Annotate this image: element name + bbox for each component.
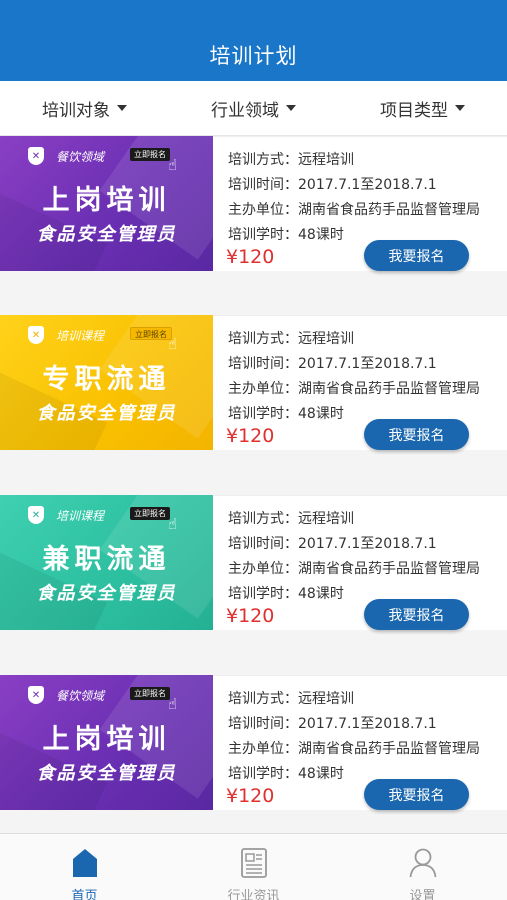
course-price: ¥120 (226, 246, 275, 268)
training-time: 培训时间：2017.7.1至2018.7.1 (228, 716, 437, 732)
course-price: ¥120 (226, 425, 275, 447)
course-card[interactable]: ✕ 培训课程 立即报名 ☝ 兼职流通 食品安全管理员 培训方式：远程培训 培训时… (0, 495, 507, 630)
organizer: 主办单位：湖南省食品药手品监督管理局 (228, 561, 480, 577)
course-card[interactable]: ✕ 培训课程 立即报名 ☝ 专职流通 食品安全管理员 培训方式：远程培训 培训时… (0, 315, 507, 450)
pointer-hand-icon: ☝ (168, 695, 178, 713)
tab-label: 首页 (71, 889, 98, 900)
enroll-button[interactable]: 我要报名 (364, 599, 469, 630)
shield-icon: ✕ (28, 506, 44, 524)
filter-training-target[interactable]: 培训对象 (0, 81, 169, 135)
organizer: 主办单位：湖南省食品药手品监督管理局 (228, 741, 480, 757)
course-price: ¥120 (226, 605, 275, 627)
banner-headline: 上岗培训 (42, 724, 171, 755)
training-method: 培训方式：远程培训 (228, 511, 354, 527)
filter-industry[interactable]: 行业领域 (169, 81, 338, 135)
banner-subtitle: 食品安全管理员 (36, 763, 177, 784)
banner-cta-badge: 立即报名 (130, 687, 170, 700)
bottom-tab-bar: 首页 行业资讯 设置 (0, 833, 507, 900)
training-time: 培训时间：2017.7.1至2018.7.1 (228, 536, 437, 552)
tab-settings[interactable]: 设置 (338, 834, 507, 900)
course-banner[interactable]: ✕ 培训课程 立即报名 ☝ 兼职流通 食品安全管理员 (0, 495, 213, 630)
course-list: ✕ 餐饮领域 立即报名 ☝ 上岗培训 食品安全管理员 培训方式：远程培训 培训时… (0, 136, 507, 833)
page-title: 培训计划 (209, 44, 298, 68)
tab-industry-news[interactable]: 行业资讯 (169, 834, 338, 900)
banner-headline: 兼职流通 (42, 544, 171, 575)
caret-down-icon (117, 105, 127, 111)
pointer-hand-icon: ☝ (168, 156, 178, 174)
user-icon (409, 848, 436, 878)
banner-subtitle: 食品安全管理员 (36, 583, 177, 604)
filter-project-type[interactable]: 项目类型 (338, 81, 507, 135)
course-banner[interactable]: ✕ 培训课程 立即报名 ☝ 专职流通 食品安全管理员 (0, 315, 213, 450)
banner-category: 餐饮领域 (56, 149, 105, 164)
organizer: 主办单位：湖南省食品药手品监督管理局 (228, 381, 480, 397)
pointer-hand-icon: ☝ (168, 515, 178, 533)
tab-label: 行业资讯 (227, 889, 280, 900)
banner-cta-badge: 立即报名 (130, 327, 172, 340)
filter-label: 行业领域 (211, 100, 279, 121)
training-method: 培训方式：远程培训 (228, 691, 354, 707)
training-time: 培训时间：2017.7.1至2018.7.1 (228, 356, 437, 372)
pointer-hand-icon: ☝ (168, 335, 178, 353)
course-price: ¥120 (226, 785, 275, 807)
banner-subtitle: 食品安全管理员 (36, 403, 177, 424)
enroll-button[interactable]: 我要报名 (364, 240, 469, 271)
enroll-button[interactable]: 我要报名 (364, 779, 469, 810)
filter-label: 项目类型 (380, 100, 448, 121)
course-info: 培训方式：远程培训 培训时间：2017.7.1至2018.7.1 主办单位：湖南… (228, 687, 480, 787)
banner-category: 餐饮领域 (56, 688, 105, 703)
banner-cta-badge: 立即报名 (130, 507, 170, 520)
shield-icon: ✕ (28, 686, 44, 704)
shield-icon: ✕ (28, 147, 44, 165)
banner-category: 培训课程 (56, 508, 105, 523)
banner-headline: 上岗培训 (42, 185, 171, 216)
banner-cta-badge: 立即报名 (130, 148, 170, 161)
caret-down-icon (286, 105, 296, 111)
home-icon (72, 849, 97, 877)
caret-down-icon (455, 105, 465, 111)
shield-icon: ✕ (28, 326, 44, 344)
filter-label: 培训对象 (42, 100, 110, 121)
news-icon (240, 848, 267, 878)
course-info: 培训方式：远程培训 培训时间：2017.7.1至2018.7.1 主办单位：湖南… (228, 327, 480, 427)
banner-headline: 专职流通 (42, 364, 171, 395)
course-card[interactable]: ✕ 餐饮领域 立即报名 ☝ 上岗培训 食品安全管理员 培训方式：远程培训 培训时… (0, 675, 507, 810)
course-info: 培训方式：远程培训 培训时间：2017.7.1至2018.7.1 主办单位：湖南… (228, 507, 480, 607)
course-card[interactable]: ✕ 餐饮领域 立即报名 ☝ 上岗培训 食品安全管理员 培训方式：远程培训 培训时… (0, 136, 507, 271)
enroll-button[interactable]: 我要报名 (364, 419, 469, 450)
training-method: 培训方式：远程培训 (228, 331, 354, 347)
training-time: 培训时间：2017.7.1至2018.7.1 (228, 177, 437, 193)
course-banner[interactable]: ✕ 餐饮领域 立即报名 ☝ 上岗培训 食品安全管理员 (0, 136, 213, 271)
training-method: 培训方式：远程培训 (228, 152, 354, 168)
course-info: 培训方式：远程培训 培训时间：2017.7.1至2018.7.1 主办单位：湖南… (228, 148, 480, 248)
tab-home[interactable]: 首页 (0, 834, 169, 900)
banner-category: 培训课程 (56, 328, 105, 343)
organizer: 主办单位：湖南省食品药手品监督管理局 (228, 202, 480, 218)
banner-subtitle: 食品安全管理员 (36, 224, 177, 245)
app-header: 培训计划 (0, 0, 507, 81)
filter-bar: 培训对象 行业领域 项目类型 (0, 81, 507, 136)
course-banner[interactable]: ✕ 餐饮领域 立即报名 ☝ 上岗培训 食品安全管理员 (0, 675, 213, 810)
tab-label: 设置 (409, 889, 436, 900)
